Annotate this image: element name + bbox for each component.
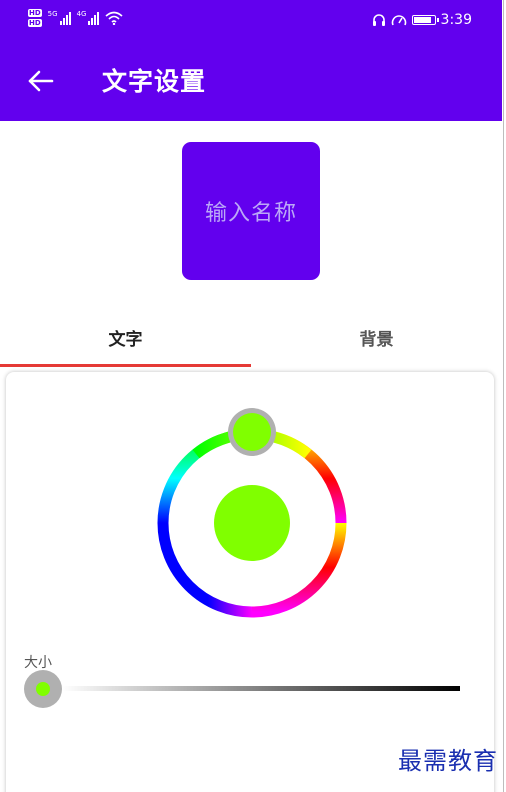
- color-wheel[interactable]: [6, 372, 494, 632]
- hd-badge: HD: [28, 19, 42, 27]
- tab-label: 文字: [108, 330, 143, 350]
- status-time: 3:39: [440, 12, 472, 28]
- headset-icon: [372, 14, 385, 26]
- battery-icon: [411, 15, 439, 25]
- signal-generation-label: 5G: [47, 10, 58, 18]
- screen: HD HD 5G 4G 3:39 文字设置 输入名称 文字 背景 大小 最需教育: [0, 0, 506, 792]
- hd-indicators: HD HD: [28, 9, 42, 27]
- status-bar: HD HD 5G 4G 3:39: [0, 6, 502, 40]
- size-label: 大小: [24, 655, 52, 671]
- speed-icon: [391, 15, 406, 26]
- tab-label: 背景: [359, 330, 394, 350]
- app-bar: HD HD 5G 4G 3:39 文字设置: [0, 0, 502, 121]
- watermark: 最需教育: [398, 747, 498, 775]
- tab-bar: 文字 背景: [0, 310, 502, 368]
- tab-text[interactable]: 文字: [0, 310, 251, 365]
- signal-5g-icon: 5G: [48, 11, 71, 25]
- size-slider-thumb[interactable]: [24, 670, 62, 708]
- signal-4g-icon: 4G: [77, 11, 100, 25]
- selected-color-swatch: [214, 485, 290, 561]
- color-settings-card: 大小: [6, 372, 494, 792]
- slider-thumb-dot: [36, 682, 50, 696]
- hue-thumb-color: [233, 413, 271, 451]
- wifi-icon: [105, 11, 123, 25]
- back-arrow-icon[interactable]: [26, 66, 56, 96]
- status-right: 3:39: [372, 12, 472, 28]
- signal-generation-label: 4G: [76, 10, 87, 18]
- page-title: 文字设置: [102, 67, 207, 96]
- status-left: HD HD 5G 4G: [28, 9, 123, 27]
- size-slider-track[interactable]: [62, 686, 460, 691]
- hd-badge: HD: [28, 9, 42, 17]
- text-preview-tile[interactable]: 输入名称: [182, 142, 320, 280]
- tab-indicator: [0, 364, 251, 367]
- divider: [503, 0, 504, 792]
- tab-background[interactable]: 背景: [251, 310, 502, 365]
- preview-placeholder: 输入名称: [204, 201, 297, 226]
